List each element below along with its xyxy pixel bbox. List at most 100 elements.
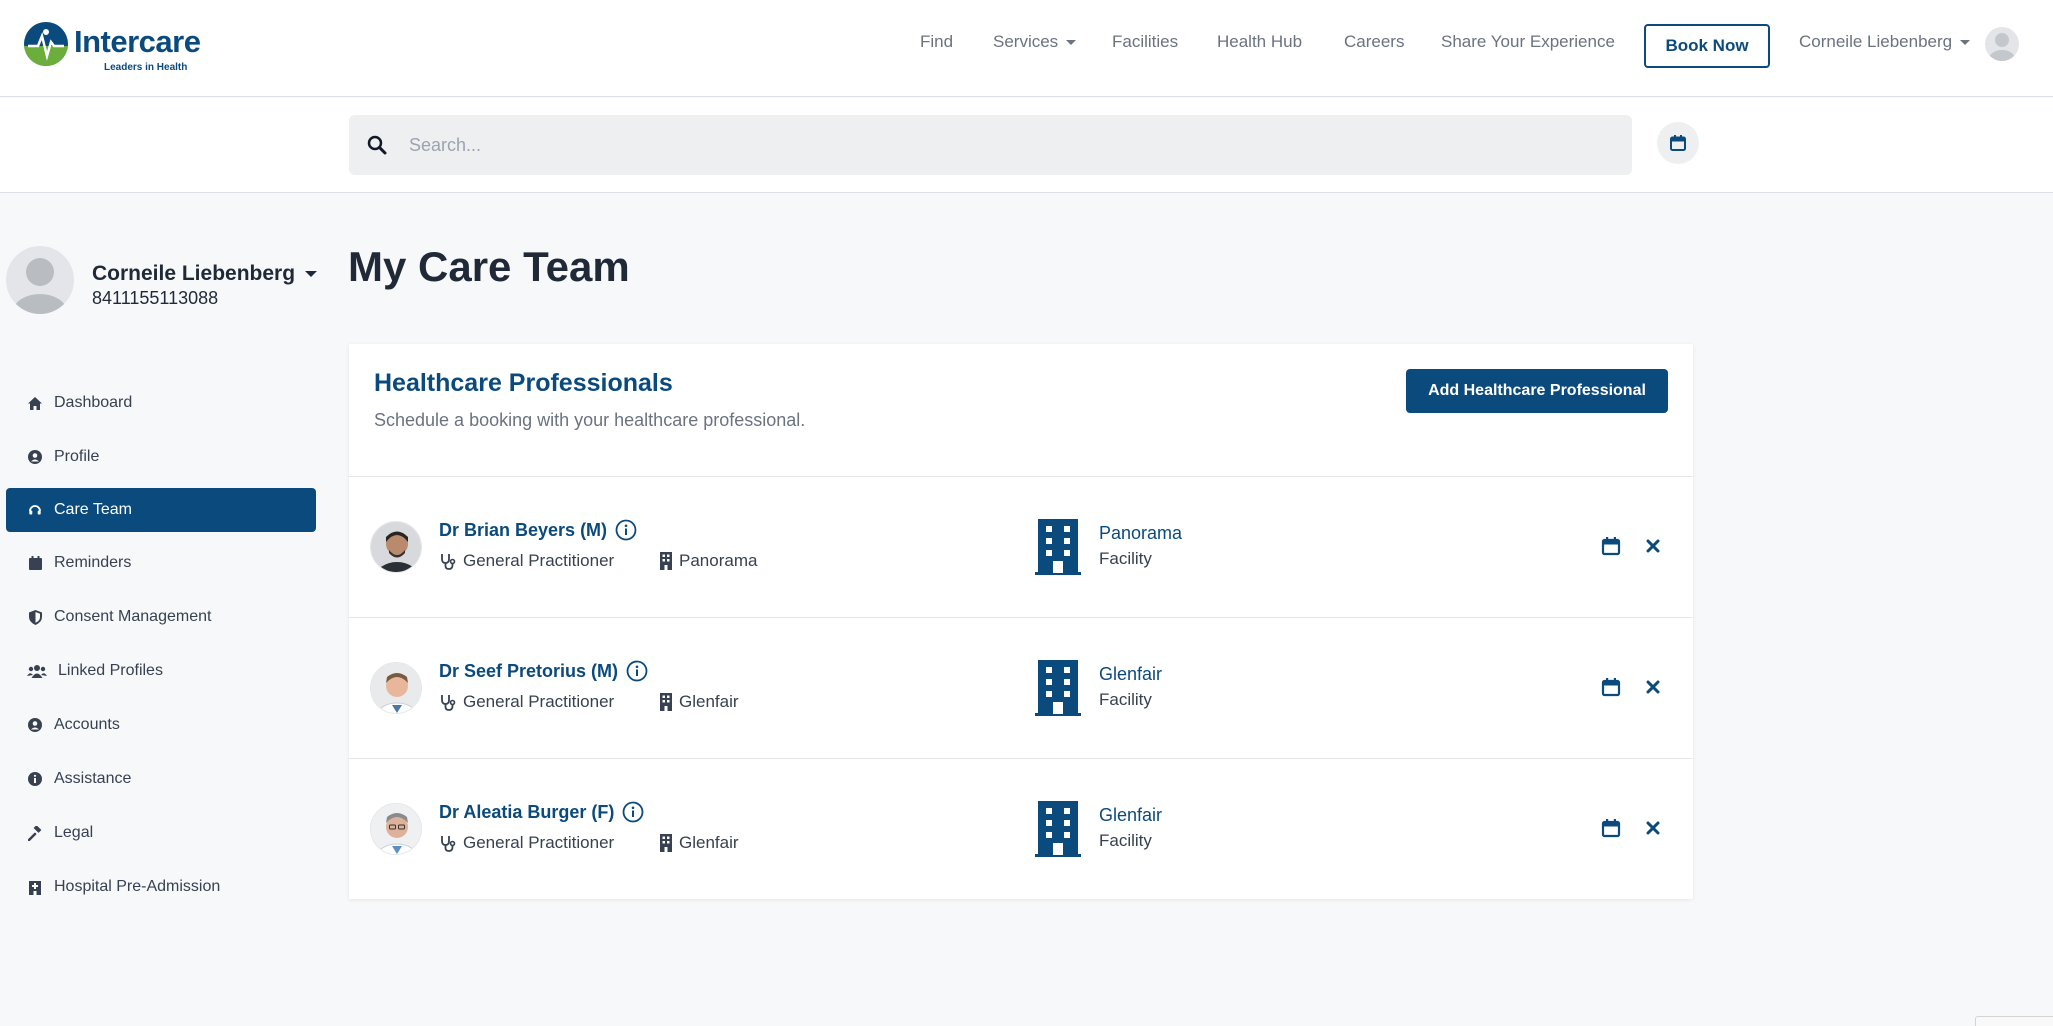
sidebar-item-label: Hospital Pre-Admission bbox=[54, 878, 221, 895]
remove-close-icon[interactable] bbox=[1644, 819, 1662, 837]
stethoscope-icon bbox=[441, 554, 456, 570]
info-icon[interactable] bbox=[626, 660, 648, 682]
search-icon bbox=[367, 135, 387, 155]
facility-name-link[interactable]: Glenfair bbox=[1099, 664, 1162, 685]
shield-icon bbox=[26, 608, 44, 626]
user-menu-name: Corneile Liebenberg bbox=[1799, 32, 1953, 51]
nav-facilities[interactable]: Facilities bbox=[1112, 32, 1178, 52]
building-icon bbox=[1035, 660, 1081, 716]
stethoscope-icon bbox=[441, 836, 456, 852]
building-icon bbox=[1035, 519, 1081, 575]
sidebar-item-label: Profile bbox=[54, 448, 100, 465]
sidebar-item-linked-profiles[interactable]: Linked Profiles bbox=[6, 649, 316, 693]
doctor-facility-label: Glenfair bbox=[679, 833, 739, 852]
doctor-facility: Glenfair bbox=[659, 833, 739, 853]
user-menu[interactable]: Corneile Liebenberg bbox=[1799, 32, 1971, 52]
facility-name-link[interactable]: Glenfair bbox=[1099, 805, 1162, 826]
doctor-specialty-label: General Practitioner bbox=[463, 692, 615, 711]
chevron-down-icon bbox=[1066, 40, 1077, 46]
sidebar-item-assistance[interactable]: Assistance bbox=[6, 757, 316, 801]
chevron-down-icon bbox=[305, 271, 318, 278]
professional-row: Dr Brian Beyers (M) General Practitioner… bbox=[349, 477, 1693, 618]
search-row bbox=[0, 98, 2053, 193]
doctor-facility: Panorama bbox=[659, 551, 757, 571]
facility-type-label: Facility bbox=[1099, 549, 1152, 568]
book-appointment-calendar-icon[interactable] bbox=[1601, 677, 1621, 697]
logo-wordmark: Intercare bbox=[74, 24, 201, 59]
card-header: Healthcare Professionals Schedule a book… bbox=[349, 344, 1693, 477]
search-input[interactable] bbox=[409, 115, 1609, 175]
search-bar bbox=[349, 115, 1632, 175]
card-title: Healthcare Professionals bbox=[374, 369, 673, 397]
profile-name-dropdown[interactable]: Corneile Liebenberg bbox=[92, 262, 318, 286]
logo-mark bbox=[24, 22, 68, 66]
building-icon bbox=[660, 693, 672, 711]
doctor-name: Dr Seef Pretorius (M) bbox=[439, 660, 619, 681]
sidebar-item-label: Legal bbox=[54, 824, 94, 841]
calendar-button[interactable] bbox=[1657, 122, 1699, 164]
remove-close-icon[interactable] bbox=[1644, 537, 1662, 555]
doctor-name-link[interactable]: Dr Seef Pretorius (M) bbox=[439, 660, 648, 682]
book-appointment-calendar-icon[interactable] bbox=[1601, 536, 1621, 556]
logo-tagline: Leaders in Health bbox=[104, 62, 188, 73]
doctor-specialty-label: General Practitioner bbox=[463, 551, 615, 570]
profile-avatar bbox=[6, 246, 74, 314]
professional-row: Dr Aleatia Burger (F) General Practition… bbox=[349, 759, 1693, 900]
recaptcha-badge bbox=[1975, 1016, 2053, 1026]
sidebar-item-profile[interactable]: Profile bbox=[6, 435, 316, 479]
doctor-facility-label: Glenfair bbox=[679, 692, 739, 711]
facility-type-label: Facility bbox=[1099, 690, 1152, 709]
doctor-photo bbox=[370, 803, 422, 855]
profile-name: Corneile Liebenberg bbox=[92, 262, 296, 285]
sidebar-item-label: Consent Management bbox=[54, 608, 212, 625]
chevron-down-icon bbox=[1960, 40, 1971, 46]
hospital-icon bbox=[26, 878, 44, 896]
nav-services[interactable]: Services bbox=[993, 32, 1077, 52]
sidebar-item-label: Linked Profiles bbox=[58, 662, 163, 679]
calendar-icon bbox=[1670, 135, 1686, 151]
doctor-specialty-label: General Practitioner bbox=[463, 833, 615, 852]
info-icon[interactable] bbox=[615, 519, 637, 541]
page-title: My Care Team bbox=[348, 243, 630, 290]
nav-share-experience[interactable]: Share Your Experience bbox=[1441, 32, 1615, 52]
user-circle-icon bbox=[26, 716, 44, 734]
doctor-name-link[interactable]: Dr Aleatia Burger (F) bbox=[439, 801, 644, 823]
user-avatar[interactable] bbox=[1985, 27, 2019, 61]
sidebar-item-hospital-pre-admission[interactable]: Hospital Pre-Admission bbox=[6, 865, 316, 909]
doctor-facility-label: Panorama bbox=[679, 551, 758, 570]
book-now-button[interactable]: Book Now bbox=[1644, 24, 1770, 68]
sidebar-item-reminders[interactable]: Reminders bbox=[6, 541, 316, 585]
remove-close-icon[interactable] bbox=[1644, 678, 1662, 696]
doctor-name-link[interactable]: Dr Brian Beyers (M) bbox=[439, 519, 637, 541]
sidebar-item-dashboard[interactable]: Dashboard bbox=[6, 381, 316, 425]
sidebar-item-legal[interactable]: Legal bbox=[6, 811, 316, 855]
facility-name-link[interactable]: Panorama bbox=[1099, 523, 1182, 544]
building-icon bbox=[660, 552, 672, 570]
doctor-name: Dr Brian Beyers (M) bbox=[439, 519, 608, 540]
facility-type-label: Facility bbox=[1099, 831, 1152, 850]
doctor-photo bbox=[370, 521, 422, 573]
intercare-logo[interactable]: Intercare Leaders in Health bbox=[24, 20, 204, 76]
info-icon[interactable] bbox=[622, 801, 644, 823]
doctor-specialty: General Practitioner bbox=[439, 551, 614, 571]
nav-find[interactable]: Find bbox=[920, 32, 953, 52]
sidebar-item-care-team[interactable]: Care Team bbox=[6, 488, 316, 532]
calendar-icon bbox=[26, 554, 44, 572]
doctor-name: Dr Aleatia Burger (F) bbox=[439, 801, 615, 822]
building-icon bbox=[1035, 801, 1081, 857]
nav-health-hub[interactable]: Health Hub bbox=[1217, 32, 1302, 52]
sidebar-item-accounts[interactable]: Accounts bbox=[6, 703, 316, 747]
headset-icon bbox=[26, 501, 44, 519]
doctor-specialty: General Practitioner bbox=[439, 692, 614, 712]
stethoscope-icon bbox=[441, 695, 456, 711]
sidebar-item-consent-management[interactable]: Consent Management bbox=[6, 595, 316, 639]
info-icon bbox=[26, 770, 44, 788]
nav-careers[interactable]: Careers bbox=[1344, 32, 1404, 52]
top-navbar: Intercare Leaders in Health Find Service… bbox=[0, 0, 2053, 97]
add-healthcare-professional-button[interactable]: Add Healthcare Professional bbox=[1406, 369, 1668, 413]
book-appointment-calendar-icon[interactable] bbox=[1601, 818, 1621, 838]
sidebar-item-label: Care Team bbox=[54, 501, 132, 518]
care-team-card: Healthcare Professionals Schedule a book… bbox=[349, 344, 1693, 899]
doctor-photo bbox=[370, 662, 422, 714]
building-icon bbox=[660, 834, 672, 852]
